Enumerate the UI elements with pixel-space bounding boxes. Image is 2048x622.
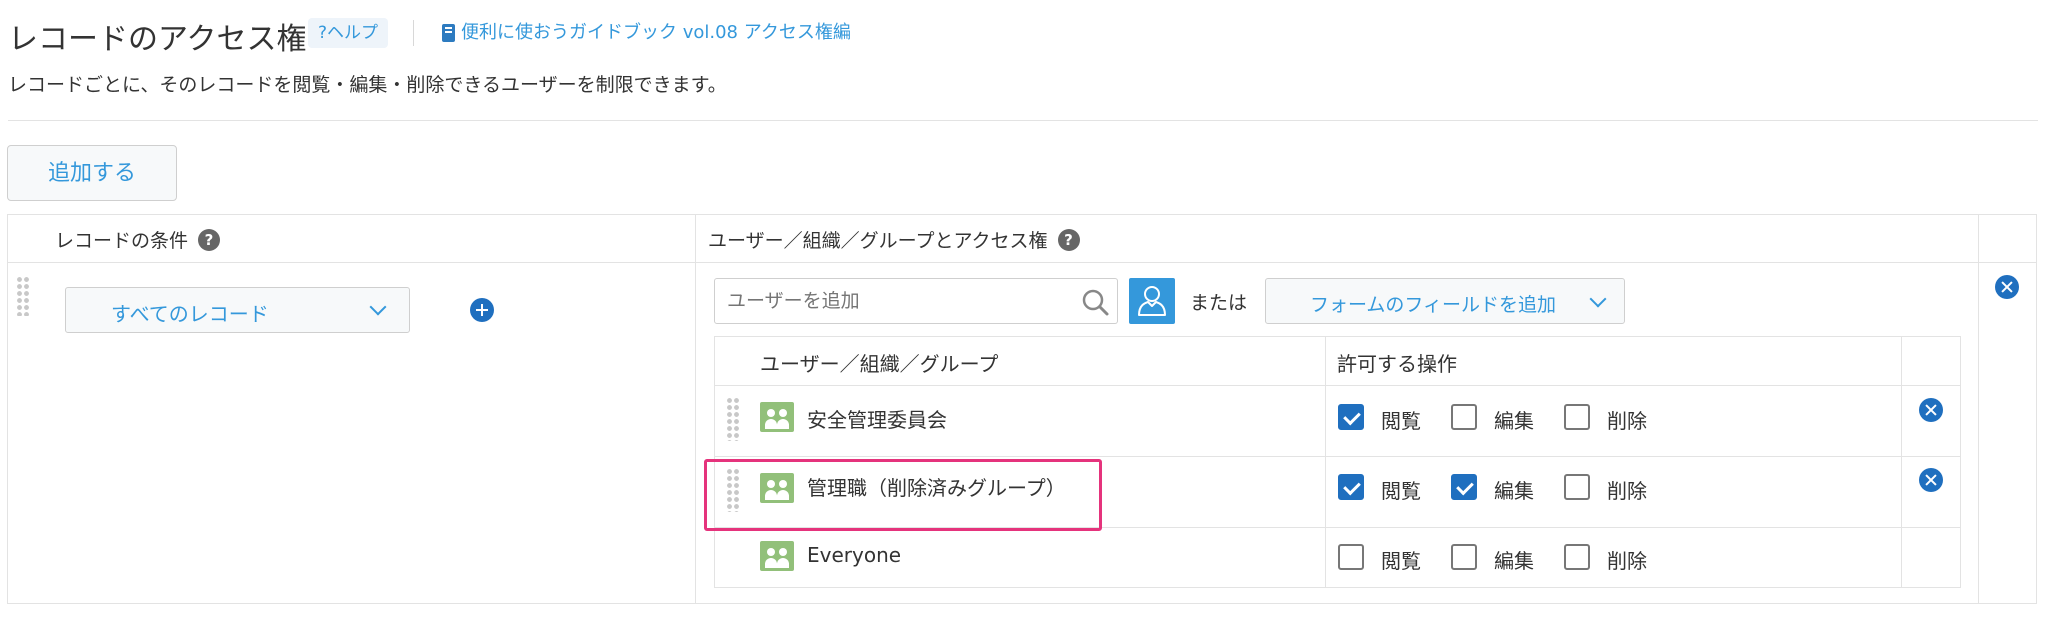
page-title: レコードのアクセス権 bbox=[8, 22, 307, 57]
chevron-down-icon bbox=[1589, 290, 1607, 308]
help-link[interactable]: ?ヘルプ bbox=[308, 18, 389, 48]
add-button[interactable]: 追加する bbox=[7, 145, 177, 201]
drag-handle-icon[interactable] bbox=[726, 397, 740, 441]
record-condition-select[interactable]: すべてのレコード bbox=[65, 287, 410, 333]
delete-checkbox[interactable] bbox=[1564, 404, 1590, 430]
remove-entry-close-icon[interactable] bbox=[1919, 468, 1943, 492]
search-icon bbox=[1082, 289, 1109, 316]
guidebook-link[interactable]: 便利に使おうガイドブック vol.08 アクセス権編 bbox=[442, 18, 851, 48]
user-search-input[interactable] bbox=[714, 278, 1074, 324]
question-icon[interactable]: ? bbox=[1057, 228, 1080, 251]
table-row: Everyone 閲覧 編集 削除 bbox=[714, 528, 1961, 588]
access-column-label: ユーザー／組織／グループとアクセス権 bbox=[708, 230, 1048, 252]
users-column-header: ユーザー／組織／グループ bbox=[760, 352, 999, 376]
or-label: または bbox=[1190, 292, 1248, 314]
delete-label: 削除 bbox=[1607, 409, 1647, 433]
user-icon bbox=[1138, 286, 1166, 316]
chevron-down-icon bbox=[369, 298, 387, 316]
column-divider bbox=[695, 214, 696, 604]
condition-column-label: レコードの条件 bbox=[55, 230, 189, 252]
entry-name: Everyone bbox=[807, 543, 902, 567]
delete-label: 削除 bbox=[1607, 479, 1647, 503]
delete-label: 削除 bbox=[1607, 549, 1647, 573]
edit-checkbox[interactable] bbox=[1451, 404, 1477, 430]
view-checkbox[interactable] bbox=[1338, 404, 1364, 430]
book-icon bbox=[442, 24, 455, 42]
remove-entry-close-icon[interactable] bbox=[1919, 398, 1943, 422]
header-row-divider bbox=[7, 262, 2037, 263]
header-rule bbox=[8, 120, 2038, 121]
column-divider bbox=[1978, 214, 1979, 604]
add-form-field-label: フォームのフィールドを追加 bbox=[1310, 294, 1557, 316]
edit-label: 編集 bbox=[1494, 549, 1534, 573]
edit-checkbox[interactable] bbox=[1451, 474, 1477, 500]
add-condition-plus-icon[interactable] bbox=[470, 298, 494, 322]
edit-checkbox[interactable] bbox=[1451, 544, 1477, 570]
page-description: レコードごとに、そのレコードを閲覧・編集・削除できるユーザーを制限できます。 bbox=[8, 74, 727, 96]
view-label: 閲覧 bbox=[1381, 549, 1421, 573]
header-divider bbox=[413, 20, 414, 46]
highlight-box bbox=[704, 459, 1102, 531]
guidebook-link-label: 便利に使おうガイドブック vol.08 アクセス権編 bbox=[461, 22, 851, 43]
view-checkbox[interactable] bbox=[1338, 544, 1364, 570]
record-condition-value: すべてのレコード bbox=[111, 302, 269, 326]
group-icon bbox=[760, 402, 794, 432]
group-icon bbox=[760, 541, 794, 571]
user-select-button[interactable] bbox=[1129, 278, 1175, 324]
view-label: 閲覧 bbox=[1381, 409, 1421, 433]
entry-name: 安全管理委員会 bbox=[807, 408, 947, 432]
add-form-field-button[interactable]: フォームのフィールドを追加 bbox=[1265, 278, 1625, 324]
access-column-header: ユーザー／組織／グループとアクセス権 ? bbox=[708, 226, 1080, 253]
delete-checkbox[interactable] bbox=[1564, 474, 1590, 500]
search-button[interactable] bbox=[1073, 278, 1118, 324]
edit-label: 編集 bbox=[1494, 479, 1534, 503]
view-checkbox[interactable] bbox=[1338, 474, 1364, 500]
actions-column-header: 許可する操作 bbox=[1337, 352, 1457, 376]
delete-checkbox[interactable] bbox=[1564, 544, 1590, 570]
edit-label: 編集 bbox=[1494, 409, 1534, 433]
drag-handle-icon[interactable] bbox=[16, 276, 30, 316]
view-label: 閲覧 bbox=[1381, 479, 1421, 503]
remove-rule-close-icon[interactable] bbox=[1995, 275, 2019, 299]
table-row: 安全管理委員会 閲覧 編集 削除 bbox=[714, 386, 1961, 456]
question-icon[interactable]: ? bbox=[198, 228, 221, 251]
condition-column-header: レコードの条件 ? bbox=[55, 226, 221, 253]
